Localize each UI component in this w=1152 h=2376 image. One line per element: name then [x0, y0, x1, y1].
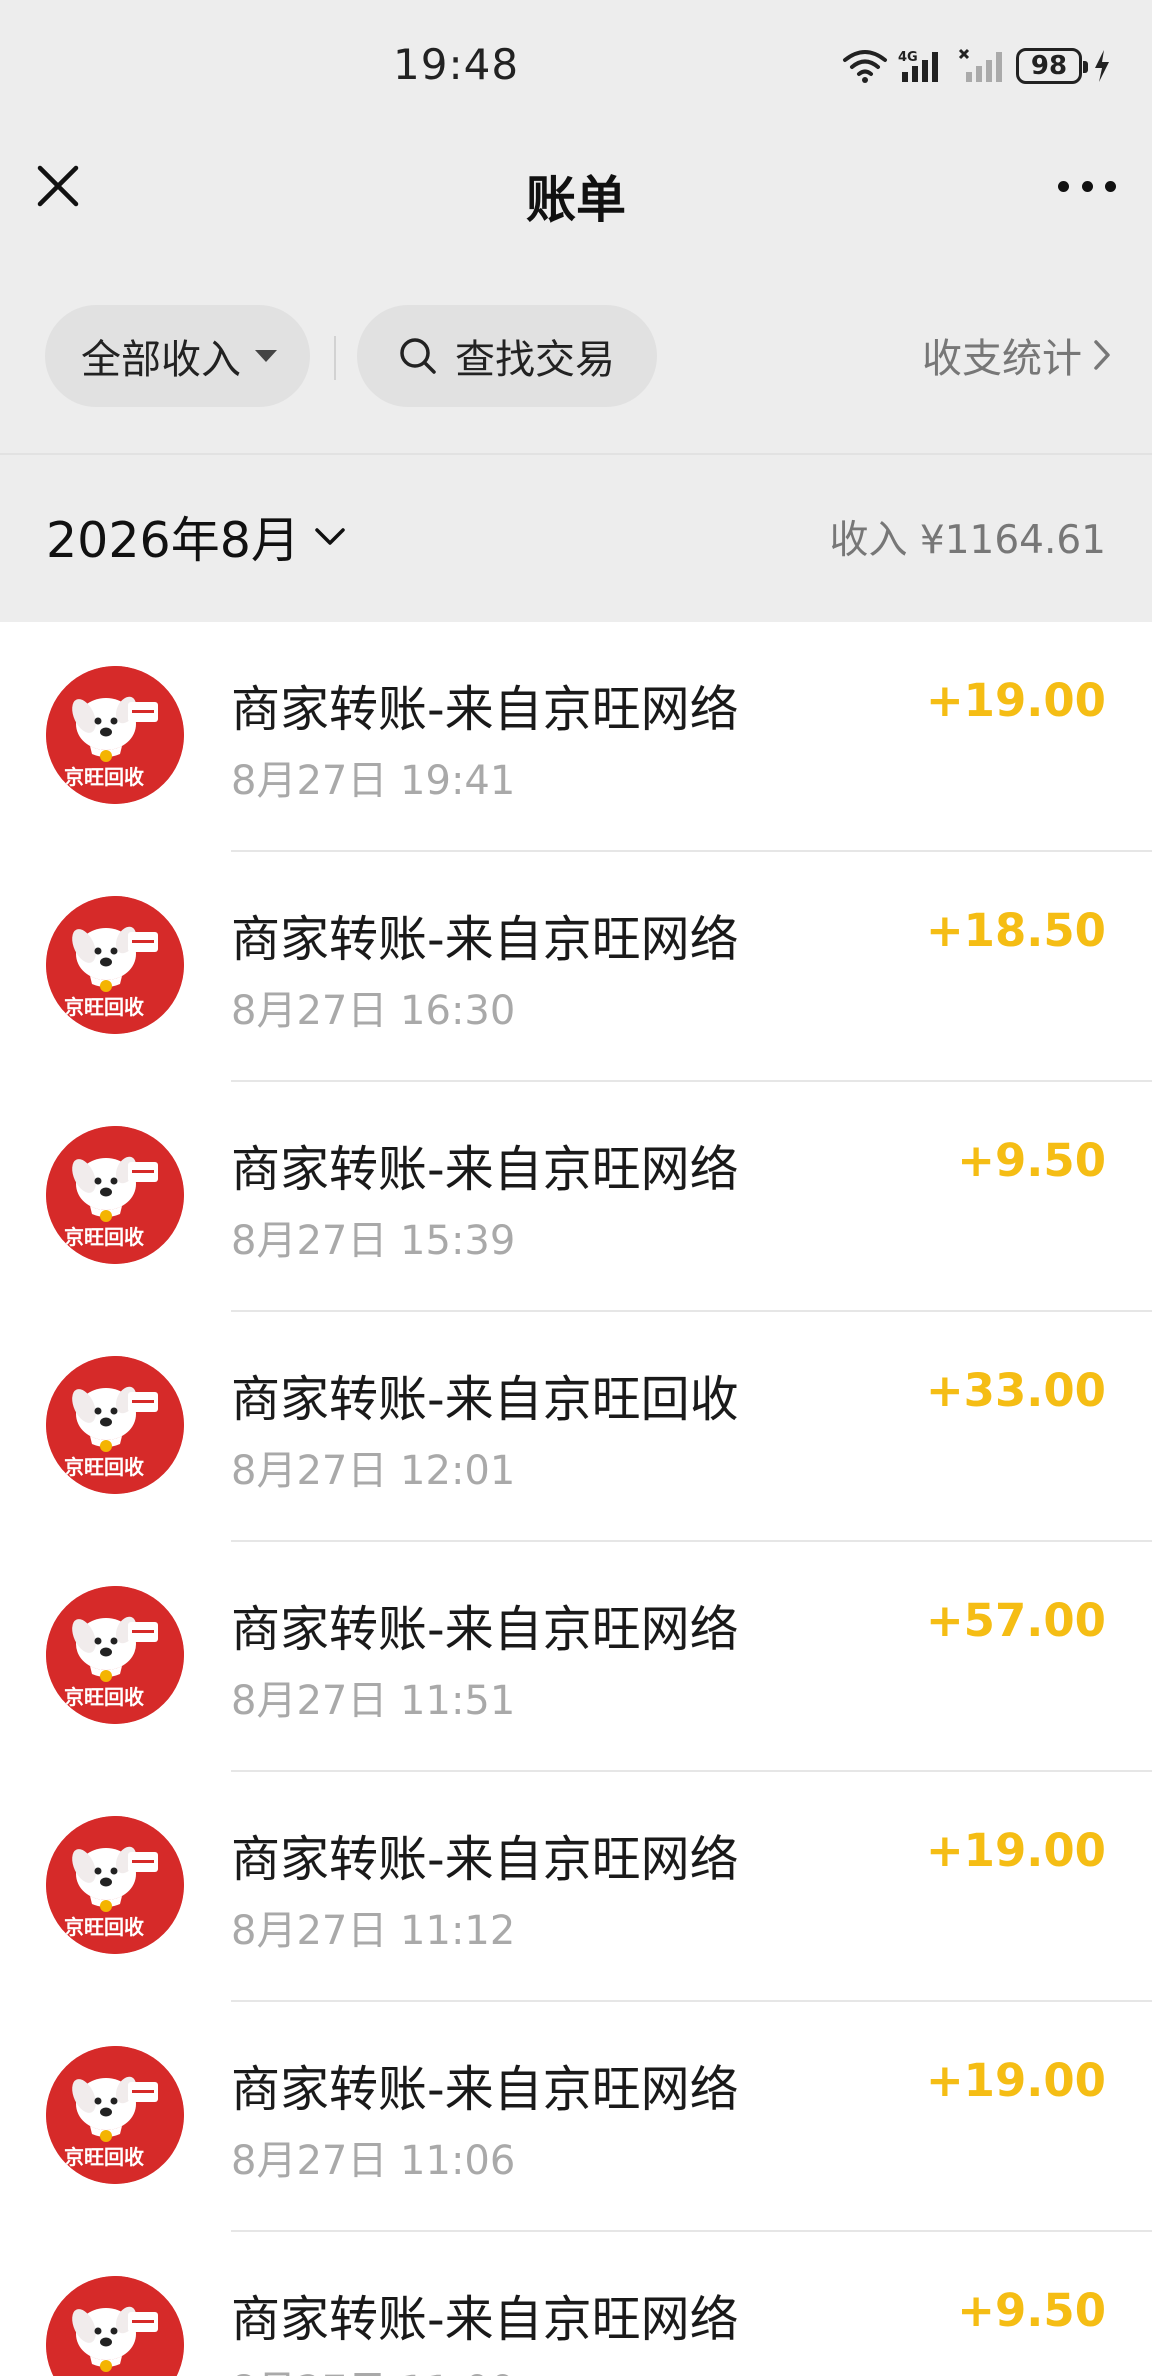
merchant-logo-icon: 京旺回收 — [46, 1356, 184, 1494]
chevron-right-icon — [1094, 340, 1110, 370]
transaction-time: 8月27日 12:01 — [231, 1448, 516, 1494]
transaction-title: 商家转账-来自京旺网络 — [231, 2061, 739, 2118]
transaction-amount: +9.50 — [957, 1134, 1106, 1187]
transaction-time: 8月27日 11:51 — [231, 1678, 516, 1724]
transaction-row[interactable]: 京旺回收 商家转账-来自京旺回收 8月27日 12:01 +33.00 — [0, 1312, 1152, 1542]
merchant-avatar: 京旺回收 — [46, 1126, 184, 1264]
merchant-avatar: 京旺回收 — [46, 896, 184, 1034]
merchant-logo-icon: 京旺回收 — [46, 1816, 184, 1954]
transaction-row[interactable]: 京旺回收 商家转账-来自京旺网络 8月27日 15:39 +9.50 — [0, 1082, 1152, 1312]
more-dot-icon — [1081, 180, 1093, 192]
charging-icon — [1095, 50, 1109, 82]
svg-text:京旺回收: 京旺回收 — [64, 1455, 144, 1479]
wifi-icon — [843, 50, 887, 83]
search-transactions-button[interactable]: 查找交易 — [357, 305, 657, 407]
merchant-logo-icon: 京旺回收 — [46, 2046, 184, 2184]
month-label: 2026年8月 — [46, 512, 300, 569]
transaction-title: 商家转账-来自京旺回收 — [231, 1371, 739, 1428]
income-type-label: 全部收入 — [81, 337, 241, 383]
transaction-row[interactable]: 京旺回收 商家转账-来自京旺网络 8月27日 11:00 +9.50 — [0, 2232, 1152, 2376]
transaction-amount: +19.00 — [925, 1824, 1106, 1877]
svg-text:京旺回收: 京旺回收 — [64, 1225, 144, 1249]
filter-divider — [334, 336, 336, 380]
transaction-time: 8月27日 11:06 — [231, 2138, 516, 2184]
merchant-avatar: 京旺回收 — [46, 1356, 184, 1494]
svg-text:京旺回收: 京旺回收 — [64, 995, 144, 1019]
transaction-title: 商家转账-来自京旺网络 — [231, 911, 739, 968]
transaction-amount: +9.50 — [957, 2284, 1106, 2337]
transaction-title: 商家转账-来自京旺网络 — [231, 1141, 739, 1198]
month-income-summary: 收入 ¥1164.61 — [829, 518, 1107, 563]
transaction-time: 8月27日 16:30 — [231, 988, 516, 1034]
bill-page: 19:48 4G 98 账单 全部收入 查找交易 收支统计 2026年8月 收入… — [0, 0, 1152, 2376]
transaction-title: 商家转账-来自京旺网络 — [231, 681, 739, 738]
transaction-time: 8月27日 15:39 — [231, 1218, 516, 1264]
svg-text:京旺回收: 京旺回收 — [64, 2145, 144, 2169]
search-label: 查找交易 — [455, 337, 615, 383]
transaction-title: 商家转账-来自京旺网络 — [231, 1601, 739, 1658]
transaction-list: 京旺回收 商家转账-来自京旺网络 8月27日 19:41 +19.00 京旺回收 — [0, 622, 1152, 2376]
stats-label: 收支统计 — [922, 336, 1082, 382]
transaction-title: 商家转账-来自京旺网络 — [231, 2291, 739, 2348]
transaction-row[interactable]: 京旺回收 商家转账-来自京旺网络 8月27日 16:30 +18.50 — [0, 852, 1152, 1082]
month-header: 2026年8月 收入 ¥1164.61 — [0, 455, 1152, 622]
stats-link[interactable]: 收支统计 — [922, 326, 1112, 384]
status-bar: 19:48 4G 98 — [0, 0, 1152, 130]
status-icons: 4G 98 — [842, 44, 1112, 88]
transaction-title: 商家转账-来自京旺网络 — [231, 1831, 739, 1888]
transaction-row[interactable]: 京旺回收 商家转账-来自京旺网络 8月27日 19:41 +19.00 — [0, 622, 1152, 852]
svg-text:京旺回收: 京旺回收 — [64, 1685, 144, 1709]
battery-level: 98 — [1030, 51, 1068, 81]
page-title: 账单 — [526, 171, 626, 229]
merchant-avatar: 京旺回收 — [46, 2046, 184, 2184]
signal-no-sim-icon — [958, 48, 1002, 82]
merchant-avatar: 京旺回收 — [46, 1586, 184, 1724]
merchant-logo-icon: 京旺回收 — [46, 1126, 184, 1264]
more-dot-icon — [1105, 180, 1116, 192]
status-time: 19:48 — [393, 40, 520, 89]
merchant-logo-icon: 京旺回收 — [46, 666, 184, 804]
caret-down-icon — [255, 350, 277, 362]
merchant-logo-icon: 京旺回收 — [46, 1586, 184, 1724]
merchant-avatar: 京旺回收 — [46, 2276, 184, 2376]
merchant-avatar: 京旺回收 — [46, 1816, 184, 1954]
transaction-time: 8月27日 11:00 — [231, 2358, 515, 2376]
transaction-amount: +19.00 — [925, 2054, 1106, 2107]
more-button[interactable] — [1052, 158, 1122, 214]
income-type-filter[interactable]: 全部收入 — [45, 305, 310, 407]
more-dot-icon — [1058, 180, 1069, 192]
transaction-row[interactable]: 京旺回收 商家转账-来自京旺网络 8月27日 11:12 +19.00 — [0, 1772, 1152, 2002]
transaction-amount: +33.00 — [925, 1364, 1106, 1417]
transaction-amount: +19.00 — [925, 674, 1106, 727]
signal-4g-icon: 4G — [898, 50, 938, 82]
svg-text:京旺回收: 京旺回收 — [64, 1915, 144, 1939]
transaction-time: 8月27日 19:41 — [231, 758, 516, 804]
svg-text:京旺回收: 京旺回收 — [64, 765, 144, 789]
transaction-amount: +57.00 — [925, 1594, 1106, 1647]
svg-text:4G: 4G — [898, 50, 918, 65]
transaction-row[interactable]: 京旺回收 商家转账-来自京旺网络 8月27日 11:51 +57.00 — [0, 1542, 1152, 1772]
month-selector[interactable]: 2026年8月 — [46, 501, 346, 572]
nav-bar: 账单 — [0, 130, 1152, 250]
search-icon — [400, 338, 436, 374]
battery-indicator: 98 — [1016, 48, 1088, 84]
merchant-logo-icon: 京旺回收 — [46, 2276, 184, 2376]
transaction-time: 8月27日 11:12 — [231, 1908, 516, 1954]
chevron-down-icon — [315, 527, 345, 545]
transaction-amount: +18.50 — [925, 904, 1106, 957]
filter-bar: 全部收入 查找交易 收支统计 — [0, 300, 1152, 410]
transaction-row[interactable]: 京旺回收 商家转账-来自京旺网络 8月27日 11:06 +19.00 — [0, 2002, 1152, 2232]
merchant-logo-icon: 京旺回收 — [46, 896, 184, 1034]
merchant-avatar: 京旺回收 — [46, 666, 184, 804]
